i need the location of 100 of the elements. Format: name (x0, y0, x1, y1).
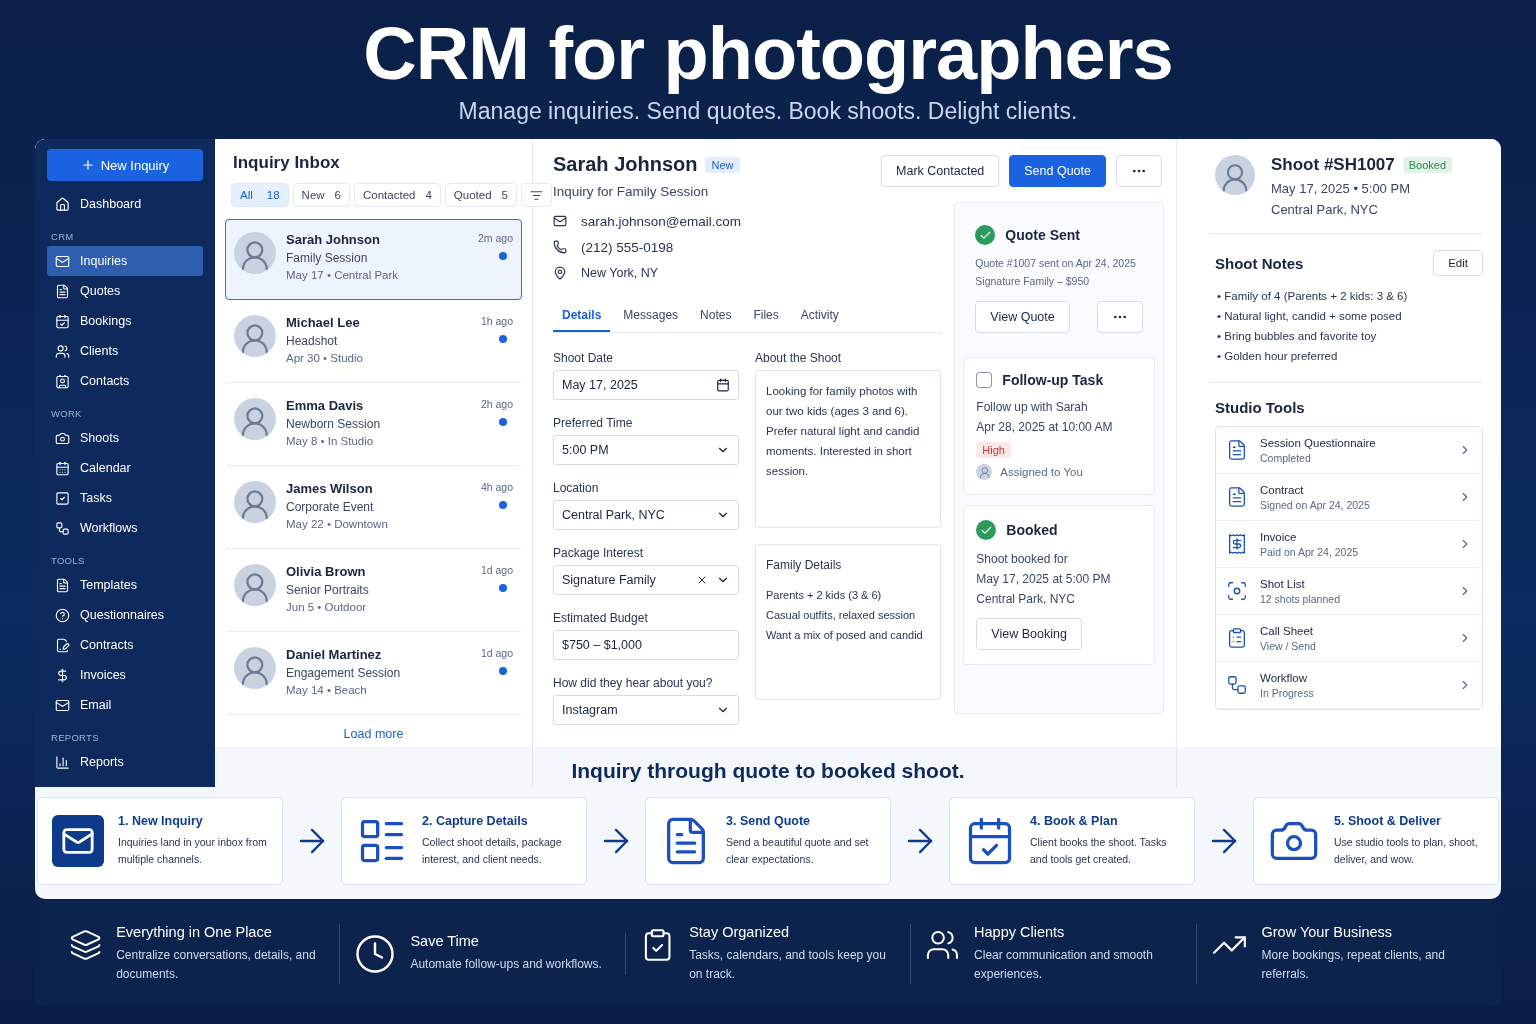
tool-item[interactable]: Shot List 12 shots planned (1216, 568, 1482, 615)
action-button[interactable]: Send Quote (1009, 155, 1106, 187)
tab[interactable]: Notes (691, 300, 741, 332)
nav-item[interactable]: Clients (47, 336, 203, 366)
filter-tab[interactable]: Quoted 5 (444, 183, 517, 207)
input-field[interactable]: May 17, 2025 (553, 370, 739, 400)
section-title: Studio Tools (1215, 399, 1306, 416)
nav-item[interactable]: Reports (47, 747, 203, 777)
input-field[interactable]: 5:00 PM (553, 435, 739, 465)
tool-item[interactable]: Contract Signed on Apr 24, 2025 (1216, 474, 1482, 521)
client-name: Sarah Johnson (553, 153, 698, 176)
field-label: Location (553, 481, 600, 495)
tool-name: Contract (1260, 483, 1305, 496)
nav-icon (55, 607, 70, 623)
new-inquiry-button[interactable]: New Inquiry (47, 149, 203, 181)
nav-item[interactable]: Workflows (47, 513, 203, 543)
input-field[interactable]: Instagram (553, 695, 739, 725)
input-field[interactable]: Central Park, NYC (553, 500, 739, 530)
nav-icon (55, 373, 70, 389)
card-title: Follow-up Task (1002, 372, 1104, 388)
quote-detail: Quote #1007 sent on Apr 24, 2025 (975, 257, 1137, 269)
clear-icon[interactable] (696, 574, 708, 586)
tab[interactable]: Details (553, 300, 611, 332)
nav-item[interactable]: Shoots (47, 423, 203, 453)
edit-button[interactable]: Edit (1433, 250, 1483, 276)
client-name: Olivia Brown (286, 564, 367, 579)
tool-status: Signed on Apr 24, 2025 (1260, 498, 1371, 511)
section-heading: CRM (51, 231, 75, 242)
tool-name: Invoice (1260, 530, 1298, 543)
nav-item[interactable]: Email (47, 690, 203, 720)
field-label: Package Interest (553, 546, 645, 560)
inquiry-item[interactable]: Sarah Johnson Family Session May 17 • Central Park 2m ago (225, 219, 522, 300)
check-circle-icon (975, 225, 996, 245)
tool-item[interactable]: Workflow In Progress (1216, 662, 1482, 709)
filter-tab[interactable]: All 18 (231, 183, 289, 207)
booking-detail: Shoot booked for (976, 552, 1069, 566)
quote-detail: Signature Family – $950 (975, 275, 1091, 287)
nav-icon (55, 196, 70, 212)
nav-item[interactable]: Tasks (47, 483, 203, 513)
booking-detail: Central Park, NYC (976, 592, 1077, 606)
step-title: 2. Capture Details (422, 814, 529, 828)
nav-icon (55, 253, 70, 269)
step-text: Client books the shoot. Tasks and tools get created. (1030, 835, 1168, 867)
session-type: Newborn Session (286, 417, 382, 431)
nav-item[interactable]: Contacts (47, 366, 203, 396)
session-type: Headshot (286, 334, 339, 348)
view-booking-button[interactable]: View Booking (976, 618, 1082, 650)
section-heading: WORK (51, 408, 83, 419)
status-badge: New (705, 156, 740, 173)
filter-tab[interactable]: New 6 (292, 183, 350, 207)
step-text: Inquiries land in your inbox from multiple channels. (118, 835, 268, 867)
nav-icon (55, 343, 70, 359)
feature-text: More bookings, repeat clients, and referrals. (1261, 947, 1446, 983)
step-text: Use studio tools to plan, shoot, deliver, and wow. (1334, 835, 1479, 867)
tool-status: 12 shots planned (1260, 592, 1341, 605)
tool-item[interactable]: Invoice Paid on Apr 24, 2025 (1216, 521, 1482, 568)
tool-name: Call Sheet (1260, 624, 1315, 637)
section-heading: REPORTS (51, 732, 100, 743)
nav-item[interactable]: Calendar (47, 453, 203, 483)
nav-item[interactable]: Dashboard (47, 189, 203, 219)
avatar (234, 315, 276, 357)
input-field[interactable]: $750 – $1,000 (553, 630, 739, 660)
tab[interactable]: Activity (791, 300, 848, 332)
feature-icon (354, 933, 397, 975)
client-name: Emma Davis (286, 398, 365, 413)
load-more-link[interactable]: Load more (343, 727, 404, 741)
nav-item[interactable]: Templates (47, 570, 203, 600)
feature-text: Tasks, calendars, and tools keep you on track. (689, 947, 887, 983)
nav-item[interactable]: Invoices (47, 660, 203, 690)
tab[interactable]: Files (744, 300, 788, 332)
nav-item[interactable]: Questionnaires (47, 600, 203, 630)
phone-icon (553, 240, 567, 254)
nav-item[interactable]: Bookings (47, 306, 203, 336)
nav-item[interactable]: Quotes (47, 276, 203, 306)
nav-item[interactable]: Contracts (47, 630, 203, 660)
action-button[interactable]: Mark Contacted (881, 155, 1000, 187)
field-label: How did they hear about you? (553, 676, 714, 690)
client-name: Daniel Martinez (286, 647, 383, 662)
tool-item[interactable]: Session Questionnaire Completed (1216, 427, 1482, 474)
panel-title: Inquiry Inbox (233, 153, 341, 173)
filter-button[interactable] (521, 183, 552, 207)
tab[interactable]: Messages (614, 300, 688, 332)
phone-number: (212) 555-0198 (581, 239, 674, 255)
view-quote-button[interactable]: View Quote (975, 301, 1070, 333)
tool-item[interactable]: Call Sheet View / Send (1216, 615, 1482, 662)
avatar (234, 232, 276, 274)
filter-tab[interactable]: Contacted 4 (354, 183, 441, 207)
feature-title: Happy Clients (974, 924, 1066, 940)
mail-icon (52, 815, 104, 867)
checkbox[interactable] (976, 372, 993, 388)
nav-icon (55, 430, 70, 446)
section-heading: TOOLS (51, 555, 86, 566)
tool-status: In Progress (1260, 686, 1315, 699)
input-field[interactable]: Signature Family (553, 565, 739, 595)
time-ago: 1d ago (480, 647, 513, 659)
nav-item[interactable]: Inquiries (47, 246, 203, 276)
detail-line: Parents + 2 kids (3 & 6) (766, 588, 883, 603)
field-label: Estimated Budget (553, 611, 649, 625)
tool-name: Workflow (1260, 671, 1309, 684)
note-item: • Natural light, candid + some posed (1217, 309, 1403, 324)
